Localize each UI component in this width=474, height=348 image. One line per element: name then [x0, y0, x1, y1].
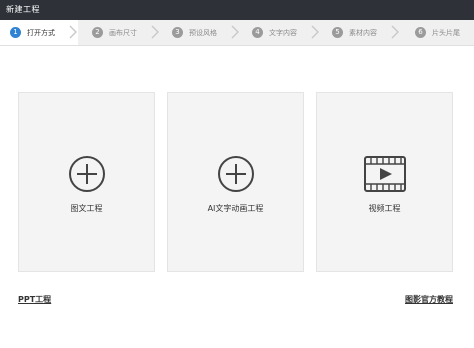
option-label: 图文工程 [70, 204, 103, 213]
plus-circle-icon [68, 156, 105, 192]
step-label: 素材内容 [349, 28, 377, 37]
step-number: 4 [252, 27, 263, 38]
chevron-right-icon [69, 25, 77, 39]
step-3[interactable]: 3 预设风格 [162, 20, 240, 45]
step-1[interactable]: 1 打开方式 [0, 20, 78, 45]
step-number: 3 [172, 27, 183, 38]
option-graphic-text-project[interactable]: 图文工程 [18, 92, 155, 272]
step-label: 预设风格 [189, 28, 217, 37]
step-label: 画布尺寸 [109, 28, 137, 37]
step-4[interactable]: 4 文字内容 [242, 20, 320, 45]
step-6[interactable]: 6 片头片尾 [405, 20, 474, 45]
option-ai-text-animation-project[interactable]: AI文字动画工程 [167, 92, 304, 272]
step-label: 片头片尾 [432, 28, 460, 37]
option-label: AI文字动画工程 [207, 204, 264, 213]
chevron-right-icon [151, 25, 159, 39]
step-number: 2 [92, 27, 103, 38]
step-label: 打开方式 [27, 28, 55, 37]
step-label: 文字内容 [269, 28, 297, 37]
video-play-icon [363, 156, 406, 192]
ppt-project-link[interactable]: PPT工程 [18, 294, 51, 305]
option-label: 视频工程 [368, 204, 401, 213]
chevron-right-icon [391, 25, 399, 39]
chevron-right-icon [231, 25, 239, 39]
plus-circle-icon [217, 156, 254, 192]
step-number: 1 [10, 27, 21, 38]
step-number: 6 [415, 27, 426, 38]
chevron-right-icon [311, 25, 319, 39]
wizard-steps: 1 打开方式 2 画布尺寸 3 预设风格 4 文字内容 5 素材内容 6 片头片… [0, 20, 474, 46]
window-title: 新建工程 [6, 5, 40, 14]
step-2[interactable]: 2 画布尺寸 [82, 20, 160, 45]
option-video-project[interactable]: 视频工程 [316, 92, 453, 272]
official-tutorial-link[interactable]: 图影官方教程 [405, 294, 453, 305]
step-5[interactable]: 5 素材内容 [322, 20, 400, 45]
step-number: 5 [332, 27, 343, 38]
window-titlebar: 新建工程 [0, 0, 474, 20]
